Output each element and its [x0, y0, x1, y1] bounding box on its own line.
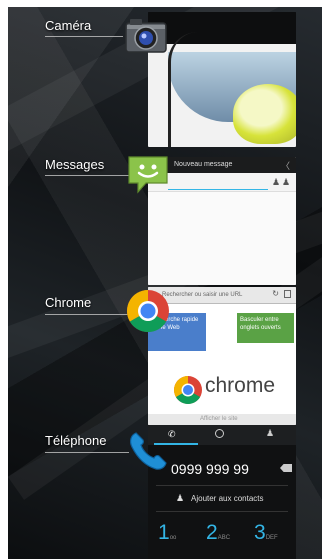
omnibox-placeholder: Rechercher ou saisir une URL — [162, 292, 243, 298]
dialpad-key-3: 3DEF — [254, 521, 278, 544]
chrome-wordmark: chrome — [205, 374, 276, 397]
messages-title-bar: Nouveau message 〈 — [148, 157, 296, 173]
app-label-camera: Caméra — [45, 18, 92, 33]
camera-preview-dark-area — [148, 12, 296, 44]
tile-switch-tabs: Basculer entre onglets ouverts — [237, 313, 294, 343]
chrome-icon — [126, 290, 169, 333]
recent-calls-tab-icon — [215, 429, 224, 438]
phone-thumbnail[interactable]: ✆ ♟ 0999 999 99 ♟ Ajouter aux contacts 1… — [148, 425, 296, 559]
chrome-bottom-strip: Afficher le site — [148, 414, 296, 425]
dialpad-key-2: 2ABC — [206, 521, 231, 544]
app-label-messages: Messages — [45, 157, 105, 172]
phone-tab-bar: ✆ ♟ — [148, 425, 296, 445]
divider — [156, 485, 288, 486]
recent-apps-screen: Caméra Messages Nouveau message 〈 ♟ ♟ Ch… — [8, 7, 322, 559]
add-to-contacts: Ajouter aux contacts — [191, 494, 264, 503]
attach-icon: 〈 — [280, 161, 290, 171]
contact-icon: ♟ — [272, 177, 281, 187]
phone-handset-icon — [130, 432, 167, 470]
camera-preview-cable — [168, 32, 198, 147]
chrome-omnibox: Rechercher ou saisir une URL ↻ — [148, 287, 296, 304]
chrome-bottom-text: Afficher le site — [200, 416, 238, 422]
camera-icon — [125, 19, 167, 53]
add-contact-icon: ♟ — [176, 493, 185, 503]
group-icon: ♟ — [282, 177, 291, 187]
dialed-number: 0999 999 99 — [171, 461, 249, 477]
camera-preview-mouse — [233, 84, 296, 144]
backspace-icon — [280, 464, 292, 472]
messages-body — [148, 191, 296, 285]
tabs-icon — [284, 290, 291, 298]
chrome-logo-icon — [174, 376, 202, 404]
app-label-underline — [45, 36, 123, 37]
app-label-underline — [45, 314, 129, 315]
camera-thumbnail[interactable] — [148, 12, 296, 147]
messages-icon — [128, 156, 168, 194]
messages-title: Nouveau message — [174, 161, 233, 168]
messages-thumbnail[interactable]: Nouveau message 〈 ♟ ♟ — [148, 157, 296, 285]
app-label-phone: Téléphone — [45, 433, 107, 448]
dialpad-key-1: 1oo — [158, 521, 177, 544]
app-label-underline — [45, 175, 129, 176]
recipient-field — [168, 177, 268, 190]
contacts-tab-icon: ♟ — [266, 428, 275, 438]
chrome-thumbnail[interactable]: Rechercher ou saisir une URL ↻ Recherche… — [148, 287, 296, 425]
divider — [156, 511, 288, 512]
app-label-chrome: Chrome — [45, 295, 92, 310]
reload-icon: ↻ — [272, 289, 279, 298]
app-label-underline — [45, 452, 129, 453]
